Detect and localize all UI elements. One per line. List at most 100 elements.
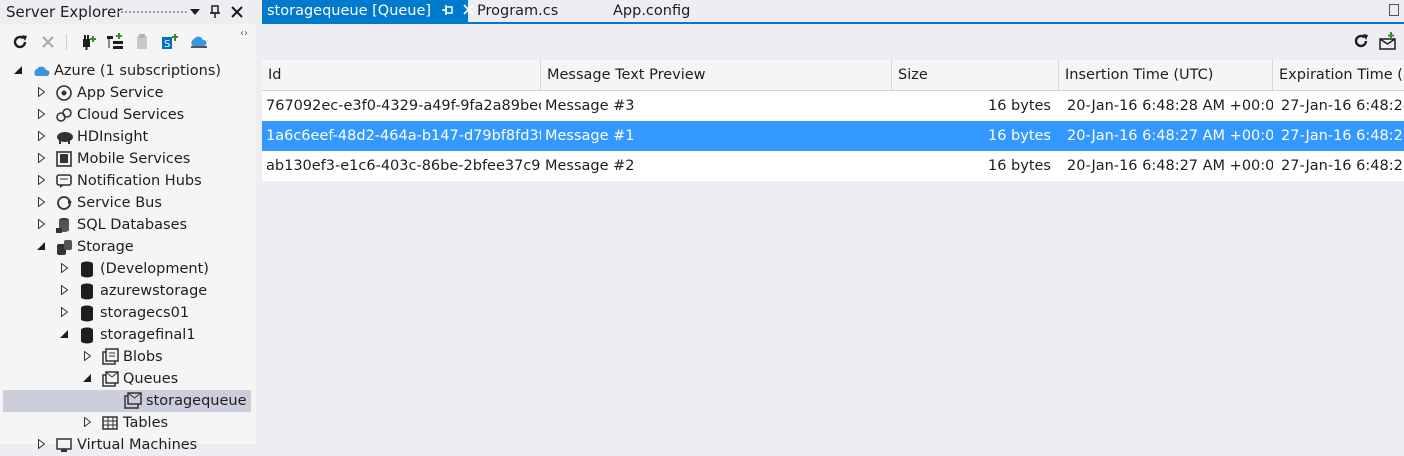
cell-message[interactable]: Message #1 [541,121,892,151]
tree-item-storage[interactable]: Storage [0,236,256,258]
tree-item-storagequeue[interactable]: storagequeue [3,390,251,412]
tree-item-label: Storage [77,239,134,255]
cell-message[interactable]: Message #3 [541,91,892,121]
cell-expiration-time[interactable]: 27-Jan-16 6:48:27 AM +00:00 [1273,151,1404,181]
refresh-icon[interactable] [1352,32,1370,50]
column-header-size[interactable]: Size [892,60,1059,90]
tree-item-hdinsight[interactable]: HDInsight [0,126,256,148]
refresh-icon[interactable] [11,33,29,51]
expand-arrow-icon[interactable] [35,108,47,122]
tree-item-blobs[interactable]: Blobs [0,346,256,368]
storage-account-icon [78,304,96,322]
disconnect-icon[interactable] [133,33,151,51]
pin-icon[interactable] [441,3,453,19]
table-row[interactable]: ab130ef3-e1c6-403c-86be-2bfee37c9c67 Mess… [262,151,1404,181]
expand-arrow-icon[interactable] [35,438,47,452]
tree-item-tables[interactable]: Tables [0,412,256,434]
close-tab-icon[interactable] [463,3,474,19]
cell-expiration-time[interactable]: 27-Jan-16 6:48:28 AM +00:00 [1273,91,1404,121]
column-header-insertion-time[interactable]: Insertion Time (UTC) [1059,60,1273,90]
add-message-icon[interactable] [1378,32,1396,50]
tree-item-development[interactable]: (Development) [0,258,256,280]
pin-icon[interactable] [206,3,224,21]
cell-id[interactable]: 1a6c6eef-48d2-464a-b147-d79bf8fd3f38 [262,121,541,151]
cell-id[interactable]: ab130ef3-e1c6-403c-86be-2bfee37c9c67 [262,151,541,181]
tree-item-virtual-machines[interactable]: Virtual Machines [0,434,256,456]
cell-size[interactable]: 16 bytes [892,151,1059,181]
tree-item-label: storagequeue [146,393,247,409]
column-header-expiration-time[interactable]: Expiration Time (UTC) [1273,60,1404,90]
tab-overflow-icon[interactable] [1389,4,1399,16]
tree-item-label: HDInsight [77,129,149,145]
overflow-chevron-icon[interactable]: ‹› [240,28,248,39]
expand-arrow-icon[interactable] [58,284,70,298]
cell-message[interactable]: Message #2 [541,151,892,181]
tree-item-storagecs01[interactable]: storagecs01 [0,302,256,324]
collapse-arrow-icon[interactable] [12,65,24,77]
table-row[interactable]: 1a6c6eef-48d2-464a-b147-d79bf8fd3f38 Mess… [262,121,1404,151]
collapse-arrow-icon[interactable] [35,241,47,253]
connect-icon[interactable] [80,33,98,51]
tree-item-label: SQL Databases [77,217,188,233]
table-row[interactable]: 767092ec-e3f0-4329-a49f-9fa2a89bed5a Mess… [262,91,1404,121]
cell-size[interactable]: 16 bytes [892,121,1059,151]
cell-insertion-time[interactable]: 20-Jan-16 6:48:27 AM +00:00 [1059,151,1273,181]
mobile-services-icon [55,150,73,168]
expand-arrow-icon[interactable] [35,174,47,188]
column-header-message[interactable]: Message Text Preview [541,60,892,90]
cell-id[interactable]: 767092ec-e3f0-4329-a49f-9fa2a89bed5a [262,91,541,121]
add-connection-icon[interactable] [106,33,124,51]
tree-item-label: Notification Hubs [77,173,202,189]
tab-program-cs[interactable]: Program.cs [477,0,558,22]
cell-expiration-time[interactable]: 27-Jan-16 6:48:27 AM +00:00 [1273,121,1404,151]
tree-item-label: Service Bus [77,195,162,211]
expand-arrow-icon[interactable] [81,416,93,430]
tree-item-label: storagecs01 [100,305,190,321]
tree-item-azurewstorage[interactable]: azurewstorage [0,280,256,302]
expand-arrow-icon[interactable] [35,152,47,166]
tree-item-app-service[interactable]: App Service [0,82,256,104]
tree-item-sql-databases[interactable]: SQL Databases [0,214,256,236]
app-service-icon [55,84,73,102]
chevron-down-icon[interactable] [186,3,204,21]
tab-storagequeue[interactable]: storagequeue [Queue] [262,0,474,22]
tree-item-service-bus[interactable]: Service Bus [0,192,256,214]
collapse-arrow-icon[interactable] [58,329,70,341]
tab-label: storagequeue [Queue] [267,3,432,19]
cell-insertion-time[interactable]: 20-Jan-16 6:48:28 AM +00:00 [1059,91,1273,121]
column-header-id[interactable]: Id [262,60,541,90]
sharepoint-icon[interactable]: S [161,33,179,51]
queues-icon [101,370,119,388]
storage-account-icon [78,282,96,300]
tab-label: Program.cs [477,3,559,19]
svg-text:S: S [164,39,170,50]
cloud-services-icon [55,106,73,124]
tree-item-storagefinal1[interactable]: storagefinal1 [0,324,256,346]
tree-item-mobile-services[interactable]: Mobile Services [0,148,256,170]
stop-icon[interactable] [39,33,57,51]
expand-arrow-icon[interactable] [58,306,70,320]
explorer-tree: Azure (1 subscriptions) App Service Cloud … [0,60,256,453]
expand-arrow-icon[interactable] [81,350,93,364]
tree-item-cloud-services[interactable]: Cloud Services [0,104,256,126]
azure-connect-icon[interactable] [189,33,207,51]
expand-arrow-icon[interactable] [35,130,47,144]
cell-insertion-time[interactable]: 20-Jan-16 6:48:27 AM +00:00 [1059,121,1273,151]
server-explorer-panel: Server Explorer S ‹› Azure (1 subscripti… [0,0,256,453]
tree-item-label: Cloud Services [77,107,185,123]
panel-title-bar: Server Explorer [0,0,256,24]
tree-item-notification-hubs[interactable]: Notification Hubs [0,170,256,192]
cell-size[interactable]: 16 bytes [892,91,1059,121]
close-icon[interactable] [228,3,246,21]
tab-app-config[interactable]: App.config [613,0,690,22]
drag-grip[interactable] [116,10,188,15]
tree-item-azure-1-subscriptions[interactable]: Azure (1 subscriptions) [0,60,256,82]
explorer-toolbar: S ‹› [0,28,256,56]
expand-arrow-icon[interactable] [35,86,47,100]
expand-arrow-icon[interactable] [35,196,47,210]
expand-arrow-icon[interactable] [58,262,70,276]
tree-item-label: Azure (1 subscriptions) [54,63,222,79]
expand-arrow-icon[interactable] [35,218,47,232]
collapse-arrow-icon[interactable] [81,373,93,385]
tree-item-queues[interactable]: Queues [0,368,256,390]
